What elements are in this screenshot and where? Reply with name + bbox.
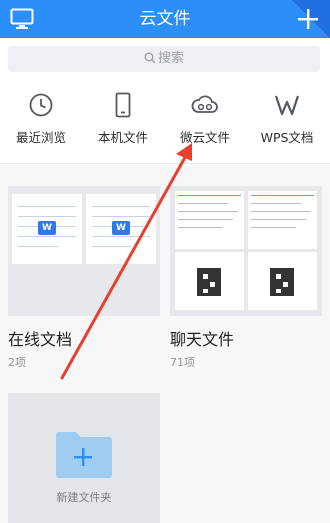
quick-item-label: 本机文件 [97, 130, 148, 145]
quick-item-label: 微云文件 [179, 130, 230, 145]
doc-preview: W [86, 194, 156, 264]
qr-preview [248, 252, 317, 310]
new-folder-label: 新建文件夹 [56, 491, 112, 504]
wps-logo-icon [274, 95, 300, 116]
quick-item-wps[interactable]: WPS文档 [246, 92, 328, 152]
search-placeholder: 搜索 [157, 51, 184, 66]
search-icon [144, 52, 156, 64]
doc-preview [248, 191, 317, 249]
folder-thumbnail [170, 186, 322, 316]
word-doc-icon: W [112, 221, 130, 235]
clock-icon [29, 93, 53, 117]
search-input[interactable]: 搜索 [8, 46, 320, 72]
folder-plus-icon [56, 432, 112, 478]
quick-item-recent[interactable]: 最近浏览 [0, 92, 82, 152]
add-icon[interactable] [296, 7, 320, 31]
word-doc-icon: W [38, 221, 56, 235]
folder-card-chat-files[interactable]: 聊天文件 71项 [170, 186, 322, 386]
phone-icon [115, 92, 131, 118]
quick-item-local[interactable]: 本机文件 [82, 92, 164, 152]
new-folder-card[interactable]: 新建文件夹 [8, 393, 160, 523]
folder-name: 在线文档 [8, 330, 73, 349]
folder-count: 2项 [8, 356, 26, 369]
doc-preview: W [12, 194, 82, 264]
cloud-files-screen: 云文件 搜索 最近浏览 本机文件 微云文件 WPS文档 W W 在线文档 2项 … [0, 0, 330, 523]
folder-thumbnail: W W [8, 186, 160, 316]
app-header: 云文件 [0, 0, 330, 38]
folder-grid: W W 在线文档 2项 聊天文件 71项 新建文件夹 [0, 165, 330, 523]
folder-card-online-docs[interactable]: W W 在线文档 2项 [8, 186, 160, 386]
quick-item-label: WPS文档 [260, 130, 314, 145]
qr-preview [175, 252, 244, 310]
doc-preview [175, 191, 244, 249]
cloud-icon [191, 95, 218, 113]
quick-access-bar: 最近浏览 本机文件 微云文件 WPS文档 [0, 78, 330, 164]
quick-item-label: 最近浏览 [15, 130, 66, 145]
folder-count: 71项 [170, 356, 195, 369]
folder-name: 聊天文件 [170, 330, 235, 349]
search-area: 搜索 [0, 38, 330, 78]
page-title: 云文件 [139, 9, 191, 29]
quick-item-weiyun[interactable]: 微云文件 [164, 92, 246, 152]
